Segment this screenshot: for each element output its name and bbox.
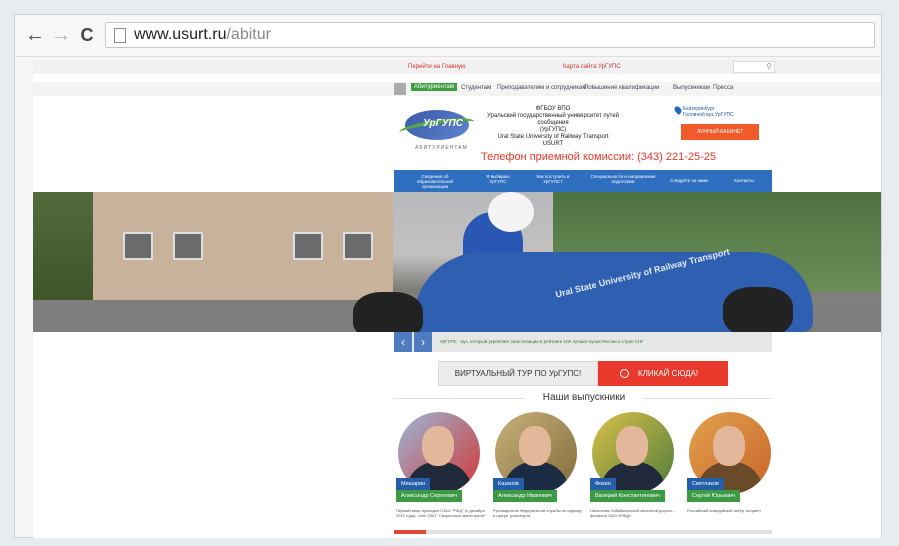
location-pin-icon	[673, 105, 683, 115]
home-icon[interactable]	[394, 83, 406, 95]
menu-item-students[interactable]: Студентам	[461, 85, 491, 91]
inst-line: ФГБОУ ВПО	[535, 106, 571, 112]
search-icon[interactable]: ⚲	[733, 61, 775, 73]
nav-item-contacts[interactable]: Контакты	[724, 178, 764, 183]
photo-face	[519, 426, 551, 466]
cursor-icon	[620, 369, 629, 378]
alumni-description: Российский комедийный актёр, шоумен	[687, 508, 761, 513]
alumni-name: Сергей Юрьевич	[687, 490, 741, 502]
alumni-description: Начальник Забайкальской железной дороги …	[590, 508, 676, 518]
alumni-surname: Мишарин	[396, 478, 431, 490]
home-link[interactable]: Перейти на Главную	[408, 64, 466, 70]
alumni-description: Руководитель Федеральной службы по надзо…	[493, 508, 583, 518]
menu-item-press[interactable]: Пресса	[713, 85, 733, 91]
secondary-menu: Абитуриентам Студентам Преподавателям и …	[33, 82, 881, 96]
alumni-name: Валерий Константинович	[590, 490, 665, 502]
logo-caption: АБИТУРИЕНТАМ	[415, 145, 468, 151]
forward-icon[interactable]: →	[51, 25, 71, 45]
site-header: УрГУПС АБИТУРИЕНТАМ ФГБОУ ВПО Уральский …	[33, 96, 881, 170]
news-ticker: ‹ › УрГУПС - вуз, который укрепляет свои…	[394, 332, 772, 352]
nav-item-choose[interactable]: Я выбираю УрГУПС	[478, 174, 518, 184]
alumni-surname: Фокин	[590, 478, 616, 490]
menu-item-qualification[interactable]: Повышение квалификации	[584, 85, 659, 91]
menu-item-applicants[interactable]: Абитуриентам	[411, 83, 458, 91]
nav-item-specialties[interactable]: Специальности и направления подготовки	[590, 174, 656, 184]
nav-item-info[interactable]: Сведения об образовательной организации	[406, 174, 464, 189]
url-path: /abitur	[226, 26, 271, 43]
url-text[interactable]: www.usurt.ru/abitur	[134, 26, 271, 44]
back-icon[interactable]: ←	[25, 25, 45, 45]
ticker-text[interactable]: УрГУПС - вуз, который укрепляет свои поз…	[440, 339, 644, 344]
inst-line: Уральский государственный университет пу…	[486, 113, 620, 126]
building-window	[173, 232, 203, 260]
carousel-track[interactable]	[394, 530, 772, 534]
inst-line: (УрГУПС)	[539, 127, 567, 133]
sitemap-link[interactable]: Карта сайта УрГУПС	[563, 64, 621, 70]
ticker-prev-icon[interactable]: ‹	[394, 332, 412, 352]
alumni-title: Наши выпускники	[542, 392, 626, 403]
location[interactable]: Екатеринбург Головной вуз УрГУПС	[683, 106, 734, 118]
menu-item-staff[interactable]: Преподавателям и сотрудникам	[497, 85, 586, 91]
top-strip: Перейти на Главную Карта сайта УрГУПС ⚲	[33, 60, 881, 74]
browser-window: ← → C www.usurt.ru/abitur Перейти на Гла…	[14, 14, 882, 538]
alumni-description: Первый вице-президент ОАО "РЖД" (с декаб…	[396, 508, 486, 518]
alumni-card[interactable]: Фокин Валерий Константинович Начальник З…	[588, 412, 682, 532]
alumni-surname: Казанов	[493, 478, 524, 490]
institution-name: ФГБОУ ВПО Уральский государственный унив…	[483, 106, 623, 148]
main-nav: Сведения об образовательной организации …	[394, 170, 772, 192]
car-wheel	[723, 287, 793, 332]
building-window	[343, 232, 373, 260]
alumni-card[interactable]: Мишарин Александр Сергеевич Первый вице-…	[394, 412, 488, 532]
photo-face	[713, 426, 745, 466]
hero-building	[93, 192, 393, 302]
hero-banner[interactable]: Ural State University of Railway Transpo…	[33, 192, 881, 332]
alumni-name: Александр Иванович	[493, 490, 557, 502]
personal-cabinet-button[interactable]: ЛИЧНЫЙ КАБИНЕТ	[681, 124, 759, 140]
carousel-thumb[interactable]	[394, 530, 426, 534]
building-window	[293, 232, 323, 260]
photo-face	[422, 426, 454, 466]
menu-item-alumni[interactable]: Выпускникам	[673, 85, 710, 91]
building-window	[123, 232, 153, 260]
alumni-name: Александр Сергеевич	[396, 490, 462, 502]
address-bar[interactable]: www.usurt.ru/abitur	[105, 22, 875, 48]
virtual-tour-label[interactable]: ВИРТУАЛЬНЫЙ ТУР ПО УрГУПС!	[438, 361, 598, 386]
virtual-tour-cta-label: КЛИКАЙ СЮДА!	[638, 369, 699, 378]
alumni-card[interactable]: Казанов Александр Иванович Руководитель …	[491, 412, 585, 532]
nav-item-follow[interactable]: Следуйте за нами	[664, 178, 714, 183]
virtual-tour-button[interactable]: КЛИКАЙ СЮДА!	[598, 361, 728, 386]
hero-helmet	[488, 192, 534, 232]
alumni-card[interactable]: Светлаков Сергей Юрьевич Российский коме…	[685, 412, 779, 532]
admission-phone: Телефон приемной комиссии: (343) 221-25-…	[481, 151, 717, 163]
browser-toolbar: ← → C www.usurt.ru/abitur	[15, 15, 881, 57]
nav-item-how-to-apply[interactable]: Как поступить в УрГУПС?	[530, 174, 576, 184]
inst-line: Ural State University of Railway Transpo…	[497, 134, 609, 140]
photo-face	[616, 426, 648, 466]
page-viewport: Перейти на Главную Карта сайта УрГУПС ⚲ …	[33, 60, 881, 538]
alumni-surname: Светлаков	[687, 478, 724, 490]
reload-icon[interactable]: C	[77, 25, 97, 45]
inst-line: USURT	[542, 141, 564, 147]
page-icon	[114, 28, 126, 43]
hero-trees	[33, 192, 93, 312]
url-host: www.usurt.ru	[134, 26, 227, 43]
logo-text: УрГУПС	[423, 118, 463, 129]
ticker-next-icon[interactable]: ›	[414, 332, 432, 352]
location-sub: Головной вуз УрГУПС	[683, 112, 734, 118]
car-wheel	[353, 292, 423, 332]
